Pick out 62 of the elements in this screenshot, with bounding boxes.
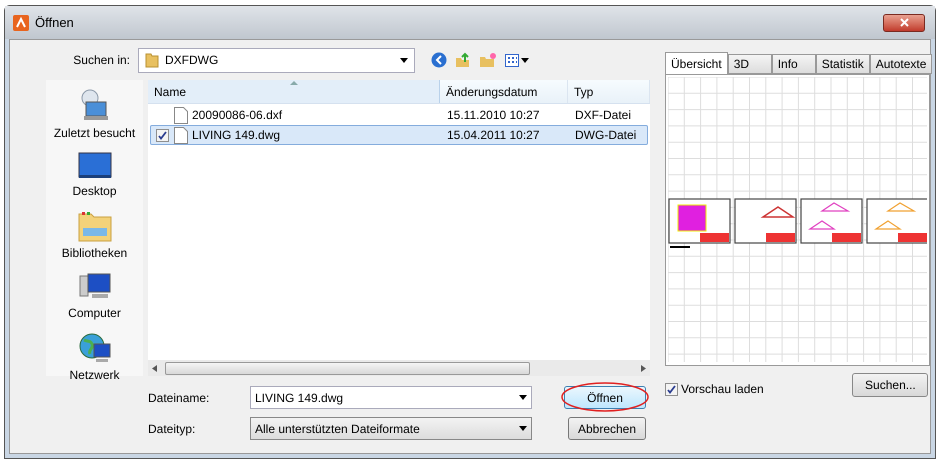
file-icon xyxy=(174,106,188,124)
look-in-label: Suchen in: xyxy=(72,52,131,69)
look-in-value: DXFDWG xyxy=(165,52,218,69)
preview-tab[interactable]: Autotexte xyxy=(870,54,932,74)
file-name-cell-text: 20090086-06.dxf xyxy=(192,107,282,124)
column-header[interactable]: Name xyxy=(148,80,440,103)
type-cell-text: DWG-Datei xyxy=(574,127,636,144)
file-name-cell-text: LIVING 149.dwg xyxy=(192,127,280,144)
sort-arrow-icon xyxy=(290,81,298,85)
file-name-label: Dateiname: xyxy=(148,390,210,406)
search-button[interactable]: Suchen... xyxy=(852,373,928,397)
back-icon[interactable] xyxy=(431,52,447,68)
load-preview-checkbox[interactable]: Vorschau laden xyxy=(665,380,764,398)
place-item[interactable]: Zuletzt besucht xyxy=(46,88,143,142)
file-row[interactable]: 20090086-06.dxf 15.11.2010 10:27 DXF-Datei xyxy=(150,105,648,125)
column-header[interactable]: Änderungsdatum xyxy=(440,80,568,103)
cancel-button[interactable]: Abbrechen xyxy=(568,417,646,440)
file-type-label: Dateityp: xyxy=(148,420,196,438)
preview-tab[interactable]: Statistik xyxy=(816,54,870,74)
preview-tab[interactable]: Info xyxy=(772,54,816,74)
folder-icon xyxy=(78,210,112,242)
place-item[interactable]: Computer xyxy=(46,272,143,322)
checkbox[interactable] xyxy=(665,382,678,396)
place-item[interactable]: Netzwerk xyxy=(46,332,143,384)
preview-tab[interactable]: 3D xyxy=(728,54,772,74)
place-item[interactable]: Bibliotheken xyxy=(46,210,143,262)
horizontal-scrollbar[interactable] xyxy=(148,360,650,376)
place-label: Bibliotheken xyxy=(62,245,128,262)
monitor-icon xyxy=(78,152,112,180)
grid-view-icon xyxy=(505,54,519,66)
caret-icon xyxy=(400,58,408,62)
folder-icon xyxy=(145,52,159,68)
scroll-right-icon[interactable] xyxy=(641,364,646,372)
caret-icon xyxy=(519,426,527,431)
column-header[interactable]: Typ xyxy=(568,80,650,103)
scroll-thumb[interactable] xyxy=(165,362,530,374)
place-label: Desktop xyxy=(72,183,117,200)
date-cell-text: 15.04.2011 10:27 xyxy=(446,127,541,144)
file-type-dropdown[interactable]: Alle unterstützten Dateiformate xyxy=(250,417,532,440)
checkbox[interactable] xyxy=(156,128,169,142)
place-label: Netzwerk xyxy=(69,367,120,384)
view-menu-button[interactable] xyxy=(505,54,529,66)
place-item[interactable]: Desktop xyxy=(46,152,143,200)
place-label: Computer xyxy=(68,305,121,322)
caret-icon xyxy=(521,58,529,62)
date-cell-text: 15.11.2010 10:27 xyxy=(446,107,541,124)
folder-up-icon[interactable] xyxy=(455,52,471,68)
file-icon xyxy=(174,126,188,144)
window-title: Öffnen xyxy=(35,14,74,32)
open-button[interactable]: Öffnen xyxy=(564,386,646,409)
file-name-field[interactable]: LIVING 149.dwg xyxy=(250,386,532,409)
close-icon xyxy=(900,18,908,27)
globe-monitor-icon xyxy=(78,332,112,364)
look-in-dropdown[interactable]: DXFDWG xyxy=(138,48,415,72)
app-icon xyxy=(13,14,29,30)
scroll-left-icon[interactable] xyxy=(152,364,157,372)
place-label: Zuletzt besucht xyxy=(54,125,136,142)
preview-tab[interactable]: Übersicht xyxy=(665,52,728,74)
file-row[interactable]: LIVING 149.dwg 15.04.2011 10:27 DWG-Datei xyxy=(150,125,648,145)
type-cell-text: DXF-Datei xyxy=(574,107,632,124)
caret-icon xyxy=(519,395,527,400)
close-button[interactable] xyxy=(883,14,925,32)
